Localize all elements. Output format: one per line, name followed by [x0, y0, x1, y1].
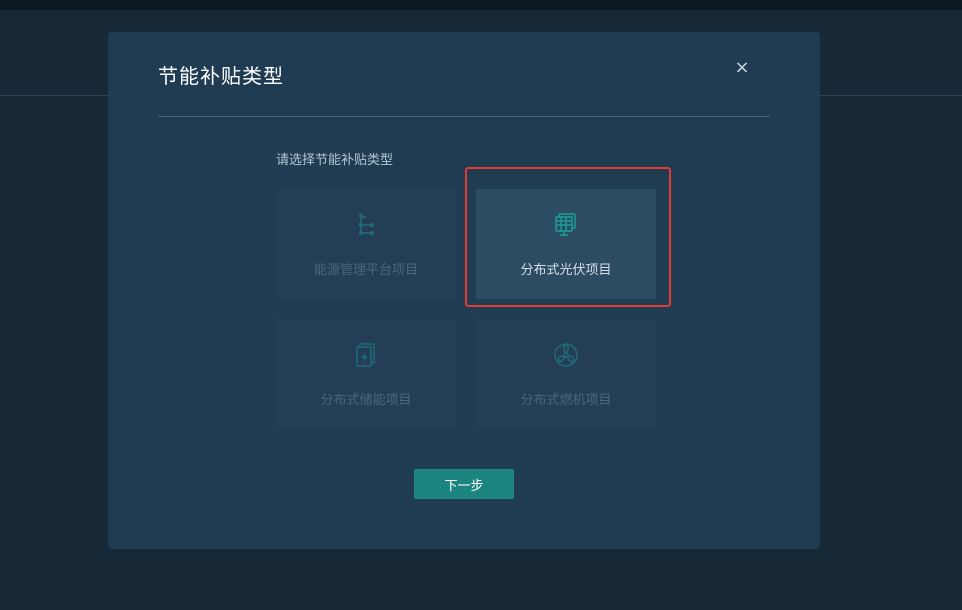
fan-turbine-icon: [554, 343, 578, 367]
select-prompt: 请选择节能补贴类型: [276, 153, 394, 168]
next-step-button[interactable]: 下一步: [414, 469, 514, 499]
option-label: 分布式光伏项目: [520, 263, 612, 278]
option-distributed-pv[interactable]: 分布式光伏项目: [476, 189, 656, 299]
option-energy-management-platform[interactable]: 能源管理平台项目: [276, 189, 456, 299]
option-label: 分布式储能项目: [320, 393, 412, 408]
close-icon[interactable]: ×: [732, 56, 752, 80]
option-distributed-gas-turbine[interactable]: 分布式燃机项目: [476, 319, 656, 429]
option-label: 分布式燃机项目: [520, 393, 612, 408]
solar-panel-icon: [555, 213, 576, 236]
subsidy-type-dialog: 节能补贴类型 × 请选择节能补贴类型 能源管理平台项目 分布式光伏项目 分布式储…: [108, 32, 820, 549]
option-distributed-storage[interactable]: 分布式储能项目: [276, 319, 456, 429]
option-label: 能源管理平台项目: [313, 263, 418, 278]
battery-storage-icon: [356, 343, 375, 367]
dialog-title: 节能补贴类型: [158, 64, 284, 88]
header-divider: [158, 116, 770, 117]
network-nodes-icon: [358, 213, 375, 236]
top-bar: [0, 0, 962, 10]
